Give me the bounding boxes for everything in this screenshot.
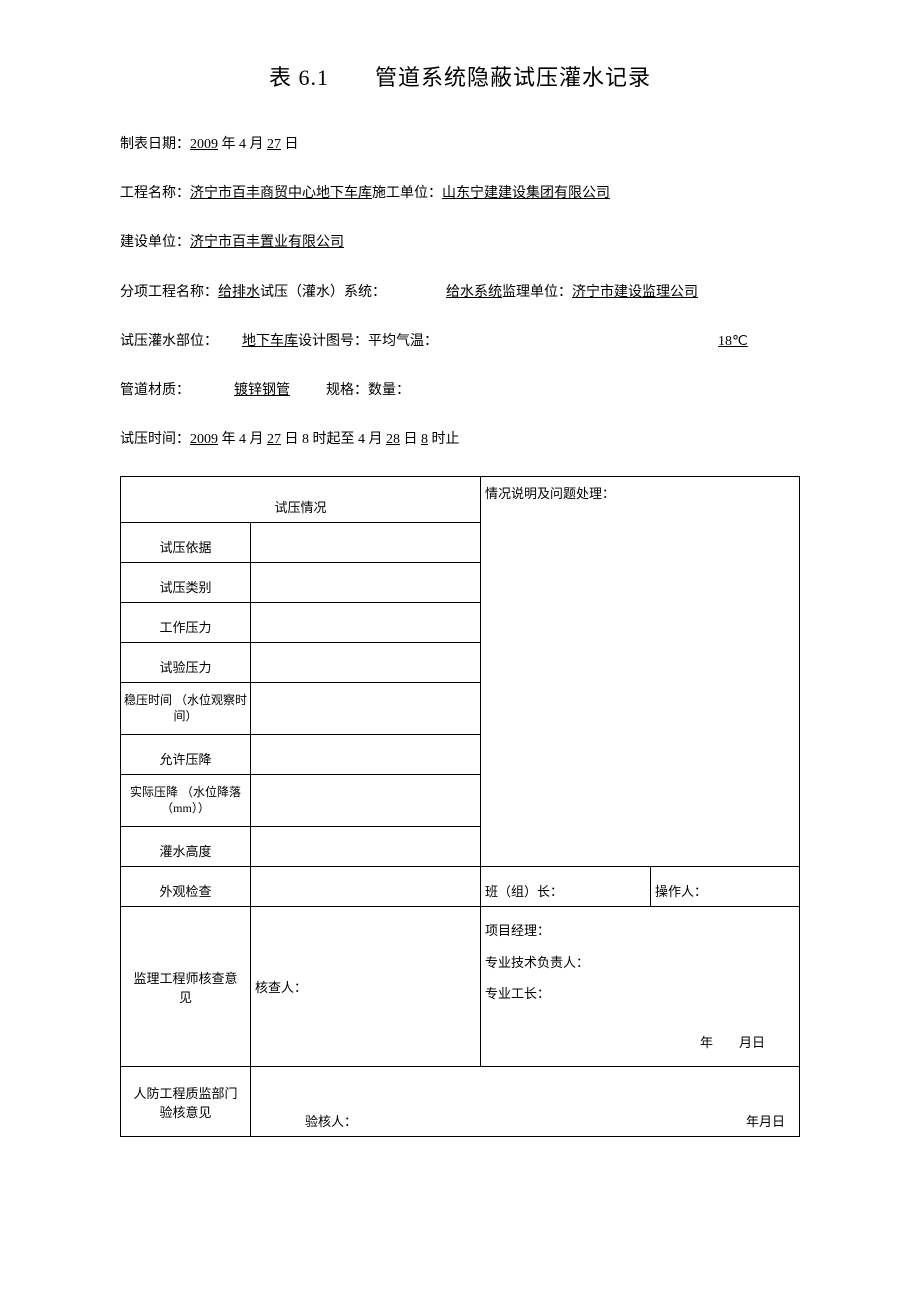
verify-cell: 验核人： 年月日 bbox=[251, 1067, 800, 1137]
main-table: 试压情况 情况说明及问题处理： 试压依据 试压类别 工作压力 试验压力 稳压时间… bbox=[120, 476, 800, 1137]
row-label: 试验压力 bbox=[121, 643, 251, 683]
t-year: 2009 bbox=[190, 432, 218, 447]
row-label: 允许压降 bbox=[121, 735, 251, 775]
meta-date: 制表日期：2009 年 4 月 27 日 bbox=[120, 132, 800, 157]
mid: 年 4 月 bbox=[218, 137, 267, 152]
constr-label: 施工单位： bbox=[372, 186, 442, 201]
row-label: 试压依据 bbox=[121, 523, 251, 563]
suffix: 日 bbox=[281, 137, 299, 152]
label: 工程名称： bbox=[120, 186, 190, 201]
meta-builder: 建设单位：济宁市百丰置业有限公司 bbox=[120, 230, 800, 255]
row-label: 工作压力 bbox=[121, 603, 251, 643]
label: 试压灌水部位： bbox=[120, 334, 218, 349]
row-label: 稳压时间 （水位观察时间） bbox=[121, 683, 251, 735]
year: 2009 bbox=[190, 137, 218, 152]
build-unit: 济宁市百丰置业有限公司 bbox=[190, 235, 344, 250]
checker: 核查人： bbox=[251, 907, 481, 1067]
sub-name: 给排水 bbox=[218, 285, 260, 300]
super-label: 监理单位： bbox=[502, 285, 572, 300]
label: 管道材质： bbox=[120, 383, 190, 398]
t-d2: 28 bbox=[386, 432, 400, 447]
pm: 项目经理： bbox=[485, 915, 795, 946]
hdr-left: 试压情况 bbox=[121, 477, 481, 523]
mat-name: 镀锌钢管 bbox=[234, 383, 290, 398]
row-value bbox=[251, 523, 481, 563]
drawing-label: 设计图号：平均气温： bbox=[298, 334, 438, 349]
operator: 操作人： bbox=[651, 867, 800, 907]
sys-name: 给水系统 bbox=[446, 285, 502, 300]
row-value bbox=[251, 563, 481, 603]
meta-project: 工程名称：济宁市百丰商贸中心地下车库施工单位：山东宁建建设集团有限公司 bbox=[120, 181, 800, 206]
meta-subproject: 分项工程名称：给排水试压（灌水）系统： 给水系统监理单位：济宁市建设监理公司 bbox=[120, 280, 800, 305]
t-mid1: 年 4 月 bbox=[218, 432, 267, 447]
meta-material: 管道材质： 镀锌钢管 规格：数量： bbox=[120, 378, 800, 403]
temp: 18℃ bbox=[718, 334, 748, 349]
constr-unit: 山东宁建建设集团有限公司 bbox=[442, 186, 610, 201]
proj-name: 济宁市百丰商贸中心地下车库 bbox=[190, 186, 372, 201]
spec-label: 规格：数量： bbox=[326, 383, 410, 398]
meta-time: 试压时间：2009 年 4 月 27 日 8 时起至 4 月 28 日 8 时止 bbox=[120, 427, 800, 452]
label: 试压时间： bbox=[120, 432, 190, 447]
row-label: 试压类别 bbox=[121, 563, 251, 603]
t-h2: 8 bbox=[421, 432, 428, 447]
defense-label: 人防工程质监部门验核意见 bbox=[121, 1067, 251, 1137]
row-value bbox=[251, 775, 481, 827]
day: 27 bbox=[267, 137, 281, 152]
row-label: 灌水高度 bbox=[121, 827, 251, 867]
page-title: 表 6.1 管道系统隐蔽试压灌水记录 bbox=[120, 60, 800, 92]
t-end: 时止 bbox=[428, 432, 460, 447]
team-leader: 班（组）长： bbox=[481, 867, 651, 907]
verifier: 验核人： bbox=[305, 1111, 357, 1130]
super-eng-label: 监理工程师核查意见 bbox=[121, 907, 251, 1067]
sig-date: 年 月日 bbox=[485, 1009, 795, 1058]
row-value bbox=[251, 735, 481, 775]
t-mid3: 日 bbox=[400, 432, 421, 447]
signatures: 项目经理： 专业技术负责人： 专业工长： 年 月日 bbox=[481, 907, 800, 1067]
t-mid2: 日 8 时起至 4 月 bbox=[281, 432, 386, 447]
row-value bbox=[251, 643, 481, 683]
label: 制表日期： bbox=[120, 137, 190, 152]
part-name: 地下车库 bbox=[242, 334, 298, 349]
row-label: 外观检查 bbox=[121, 867, 251, 907]
sub-suffix: 试压（灌水）系统： bbox=[260, 285, 386, 300]
row-value bbox=[251, 603, 481, 643]
row-value bbox=[251, 827, 481, 867]
meta-part: 试压灌水部位： 地下车库设计图号：平均气温： 18℃ bbox=[120, 329, 800, 354]
foreman: 专业工长： bbox=[485, 978, 795, 1009]
row-value bbox=[251, 683, 481, 735]
super-unit: 济宁市建设监理公司 bbox=[572, 285, 698, 300]
row-label: 实际压降 （水位降落（mm）） bbox=[121, 775, 251, 827]
t-d1: 27 bbox=[267, 432, 281, 447]
row-value bbox=[251, 867, 481, 907]
label: 分项工程名称： bbox=[120, 285, 218, 300]
hdr-right: 情况说明及问题处理： bbox=[481, 477, 800, 867]
tech-lead: 专业技术负责人： bbox=[485, 947, 795, 978]
verify-date: 年月日 bbox=[746, 1111, 785, 1130]
label: 建设单位： bbox=[120, 235, 190, 250]
